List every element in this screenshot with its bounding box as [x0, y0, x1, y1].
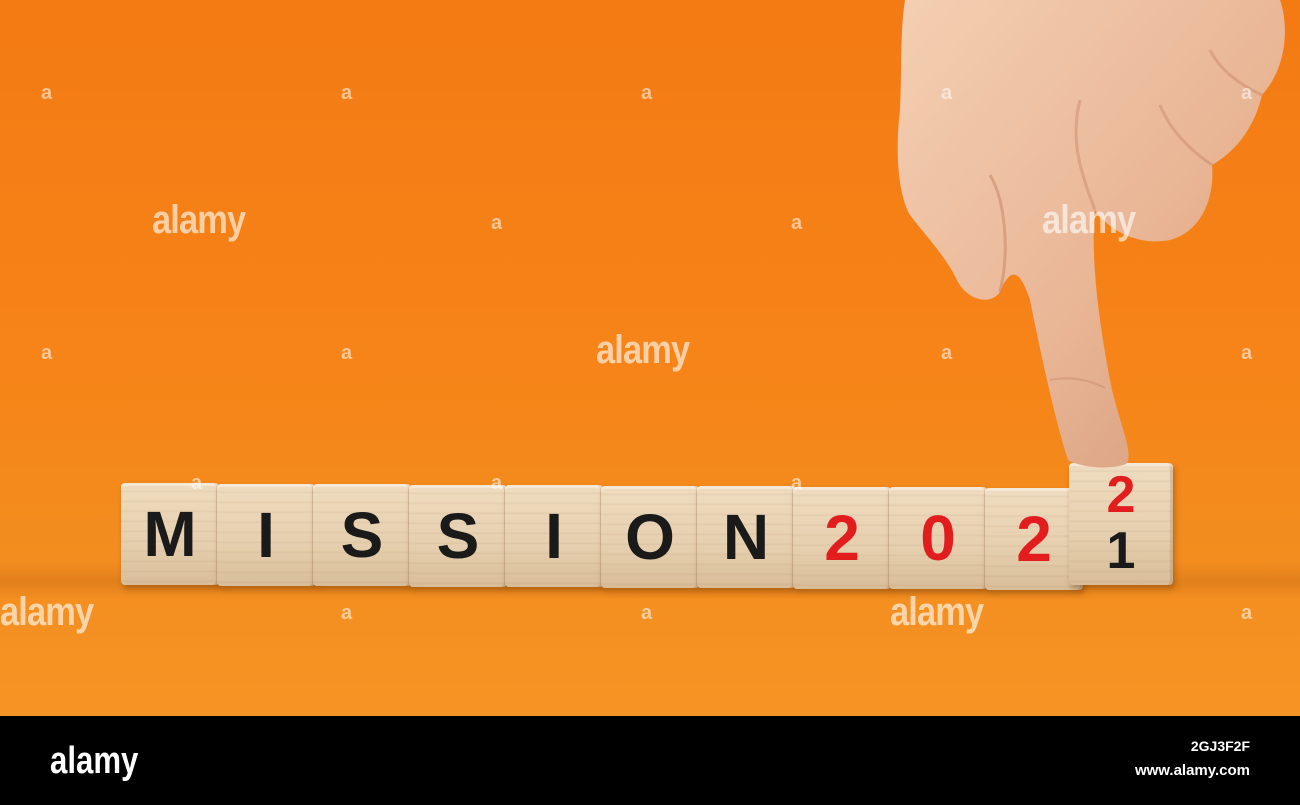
watermark-mark: a [341, 342, 353, 364]
footer-bar: alamy 2GJ3F2F www.alamy.com [0, 716, 1300, 805]
watermark-word: alamy [0, 590, 94, 634]
watermark-word: alamy [890, 590, 984, 634]
watermark-mark: a [341, 602, 353, 624]
watermark-mark: a [41, 342, 53, 364]
watermark-mark: a [1241, 82, 1253, 104]
stock-photo: MISSION202 2 1 alamy alamy alamy alamy alamy… [0, 0, 1300, 716]
image-id: 2GJ3F2F [1190, 738, 1250, 754]
watermark-word: alamy [1042, 198, 1136, 242]
watermark-mark: a [941, 82, 953, 104]
watermark-mark: a [491, 472, 503, 494]
watermark-mark: a [41, 82, 53, 104]
watermark-word: alamy [596, 328, 690, 372]
watermark-mark: a [791, 472, 803, 494]
site-url: www.alamy.com [1134, 762, 1250, 779]
watermark-word: alamy [152, 198, 246, 242]
watermark-mark: a [341, 82, 353, 104]
watermark-mark: a [641, 602, 653, 624]
watermark-mark: a [941, 342, 953, 364]
watermark-mark: a [641, 82, 653, 104]
watermark-mark: a [1241, 602, 1253, 624]
alamy-logo: alamy [50, 740, 139, 782]
watermark-mark: a [191, 472, 203, 494]
watermark-mark: a [791, 212, 803, 234]
watermark-mark: a [491, 212, 503, 234]
watermark-mark: a [1241, 342, 1253, 364]
